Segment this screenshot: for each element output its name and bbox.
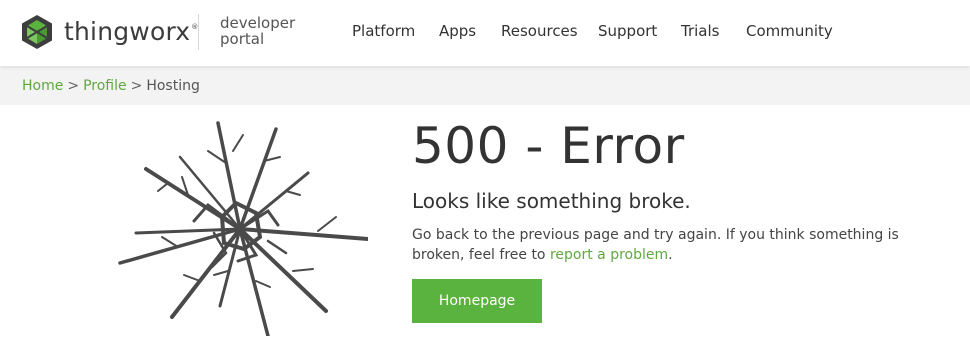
header-divider bbox=[198, 14, 199, 50]
error-subtitle: Looks like something broke. bbox=[412, 189, 691, 213]
breadcrumb-profile[interactable]: Profile bbox=[83, 78, 127, 94]
site-header: thingworx® developer portal Platform App… bbox=[0, 0, 970, 66]
broken-glass-icon bbox=[118, 121, 368, 336]
breadcrumb-bar: Home > Profile > Hosting bbox=[0, 66, 970, 105]
report-problem-link[interactable]: report a problem bbox=[550, 247, 668, 263]
thingworx-logo-icon[interactable] bbox=[21, 14, 53, 55]
breadcrumb: Home > Profile > Hosting bbox=[22, 78, 200, 94]
portal-label: developer portal bbox=[220, 14, 296, 48]
error-title: 500 - Error bbox=[412, 117, 685, 175]
brand-name[interactable]: thingworx® bbox=[64, 17, 198, 46]
breadcrumb-separator: > bbox=[67, 78, 80, 94]
breadcrumb-separator: > bbox=[130, 78, 143, 94]
breadcrumb-home[interactable]: Home bbox=[22, 78, 63, 94]
breadcrumb-current: Hosting bbox=[146, 78, 200, 94]
error-message: Go back to the previous page and try aga… bbox=[412, 227, 899, 263]
homepage-button[interactable]: Homepage bbox=[412, 279, 542, 323]
nav-apps[interactable]: Apps bbox=[439, 22, 476, 40]
nav-community[interactable]: Community bbox=[746, 22, 833, 40]
nav-support[interactable]: Support bbox=[598, 22, 657, 40]
nav-trials[interactable]: Trials bbox=[681, 22, 719, 40]
nav-resources[interactable]: Resources bbox=[501, 22, 578, 40]
error-content: 500 - Error Looks like something broke. … bbox=[0, 105, 970, 353]
nav-platform[interactable]: Platform bbox=[352, 22, 415, 40]
